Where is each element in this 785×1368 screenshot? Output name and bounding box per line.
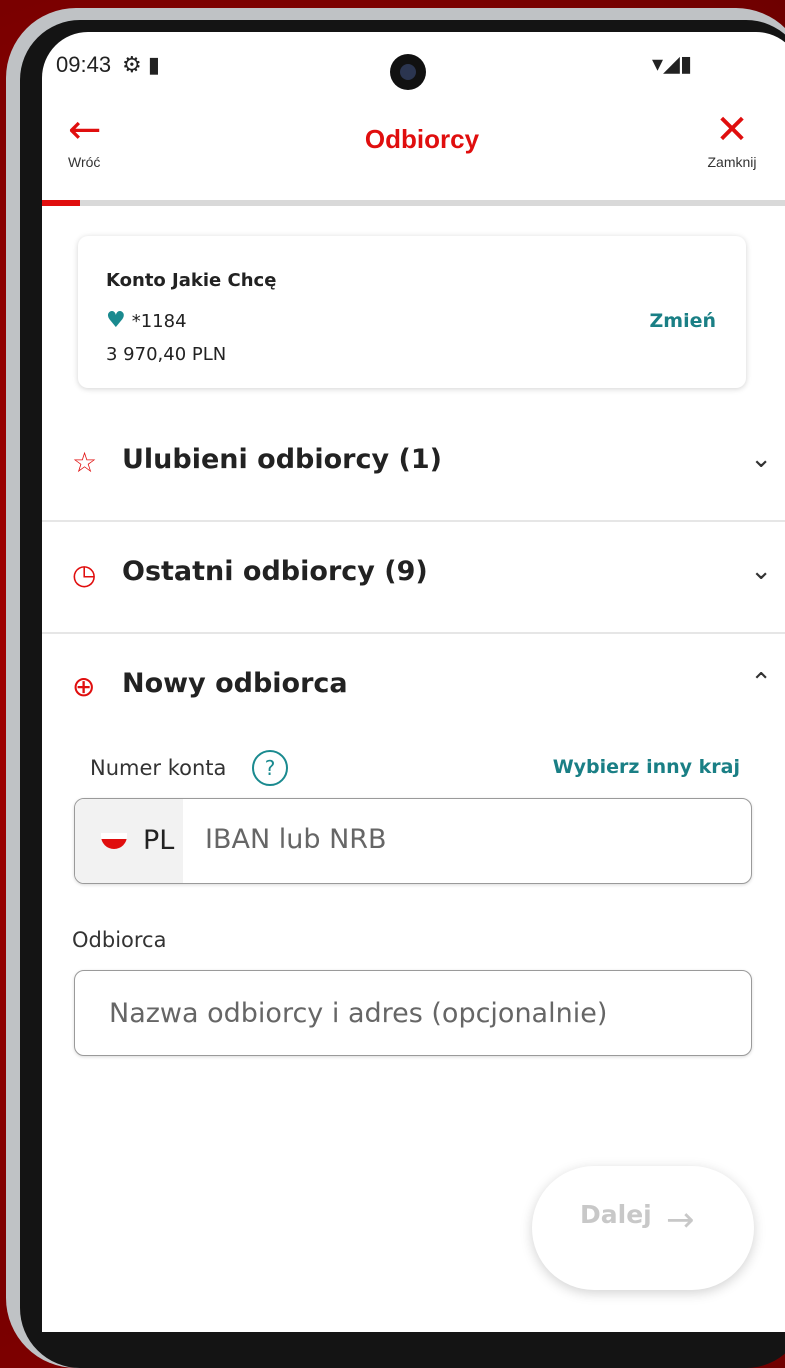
next-button-label: Dalej [580, 1200, 652, 1229]
chevron-up-icon: ⌃ [750, 668, 772, 698]
arrow-right-icon: → [666, 1200, 695, 1240]
heart-icon: ♥ [106, 308, 126, 333]
account-balance: 3 970,40 PLN [106, 344, 227, 365]
new-recipient-section[interactable]: ⊕ Nowy odbiorca ⌃ [42, 632, 785, 744]
recent-recipients-section[interactable]: ◷ Ostatni odbiorcy (9) ⌄ [42, 520, 785, 634]
page-title: Odbiorcy [364, 124, 480, 154]
section-label: Ostatni odbiorcy (9) [122, 556, 428, 587]
section-label: Nowy odbiorca [122, 668, 348, 699]
iban-input[interactable] [203, 823, 727, 856]
account-number-row: ♥ *1184 [106, 308, 187, 333]
section-label: Ulubieni odbiorcy (1) [122, 444, 442, 475]
status-bar: 09:43 ⚙ ▮ ▾◢▮ [42, 32, 785, 102]
favorite-recipients-section[interactable]: ☆ Ulubieni odbiorcy (1) ⌄ [42, 408, 785, 522]
progress-fill [42, 200, 80, 206]
status-right-icons: ▾◢▮ [652, 52, 693, 77]
source-account-card: Konto Jakie Chcę ♥ *1184 3 970,40 PLN Zmi… [78, 236, 746, 388]
choose-other-country-link[interactable]: Wybierz inny kraj [553, 756, 740, 778]
next-button[interactable]: Dalej → [532, 1166, 754, 1290]
star-outline-icon: ☆ [72, 446, 98, 479]
recipient-input[interactable] [107, 997, 731, 1030]
country-selector[interactable]: PL [75, 799, 183, 883]
close-label: Zamknij [707, 154, 757, 170]
poland-flag-icon [101, 833, 127, 849]
recipient-label: Odbiorca [72, 928, 167, 952]
help-icon[interactable]: ? [252, 750, 288, 786]
account-name: Konto Jakie Chcę [106, 270, 277, 291]
history-clock-icon: ◷ [72, 558, 97, 591]
chevron-down-icon: ⌄ [750, 556, 772, 586]
back-label: Wróć [68, 154, 101, 170]
chevron-down-icon: ⌄ [750, 444, 772, 474]
progress-bar [42, 200, 785, 206]
iban-field[interactable]: PL [74, 798, 752, 884]
account-number-label: Numer konta [90, 756, 227, 780]
front-camera [390, 54, 426, 90]
status-left-icons: ⚙ ▮ [122, 52, 160, 77]
close-icon: ✕ [715, 107, 749, 153]
add-circle-icon: ⊕ [72, 670, 96, 703]
app-screen: 09:43 ⚙ ▮ ▾◢▮ ← Wróć Odbiorcy ✕ Zamknij … [42, 32, 785, 1332]
country-code: PL [143, 825, 175, 856]
account-number: *1184 [131, 311, 187, 332]
status-time: 09:43 [56, 52, 112, 77]
recipient-field[interactable] [74, 970, 752, 1056]
change-account-button[interactable]: Zmień [650, 310, 717, 332]
account-number-label-row: Numer konta ? Wybierz inny kraj [90, 750, 740, 790]
close-button[interactable]: ✕ Zamknij [692, 110, 772, 170]
app-header: ← Wróć Odbiorcy ✕ Zamknij [42, 102, 785, 202]
